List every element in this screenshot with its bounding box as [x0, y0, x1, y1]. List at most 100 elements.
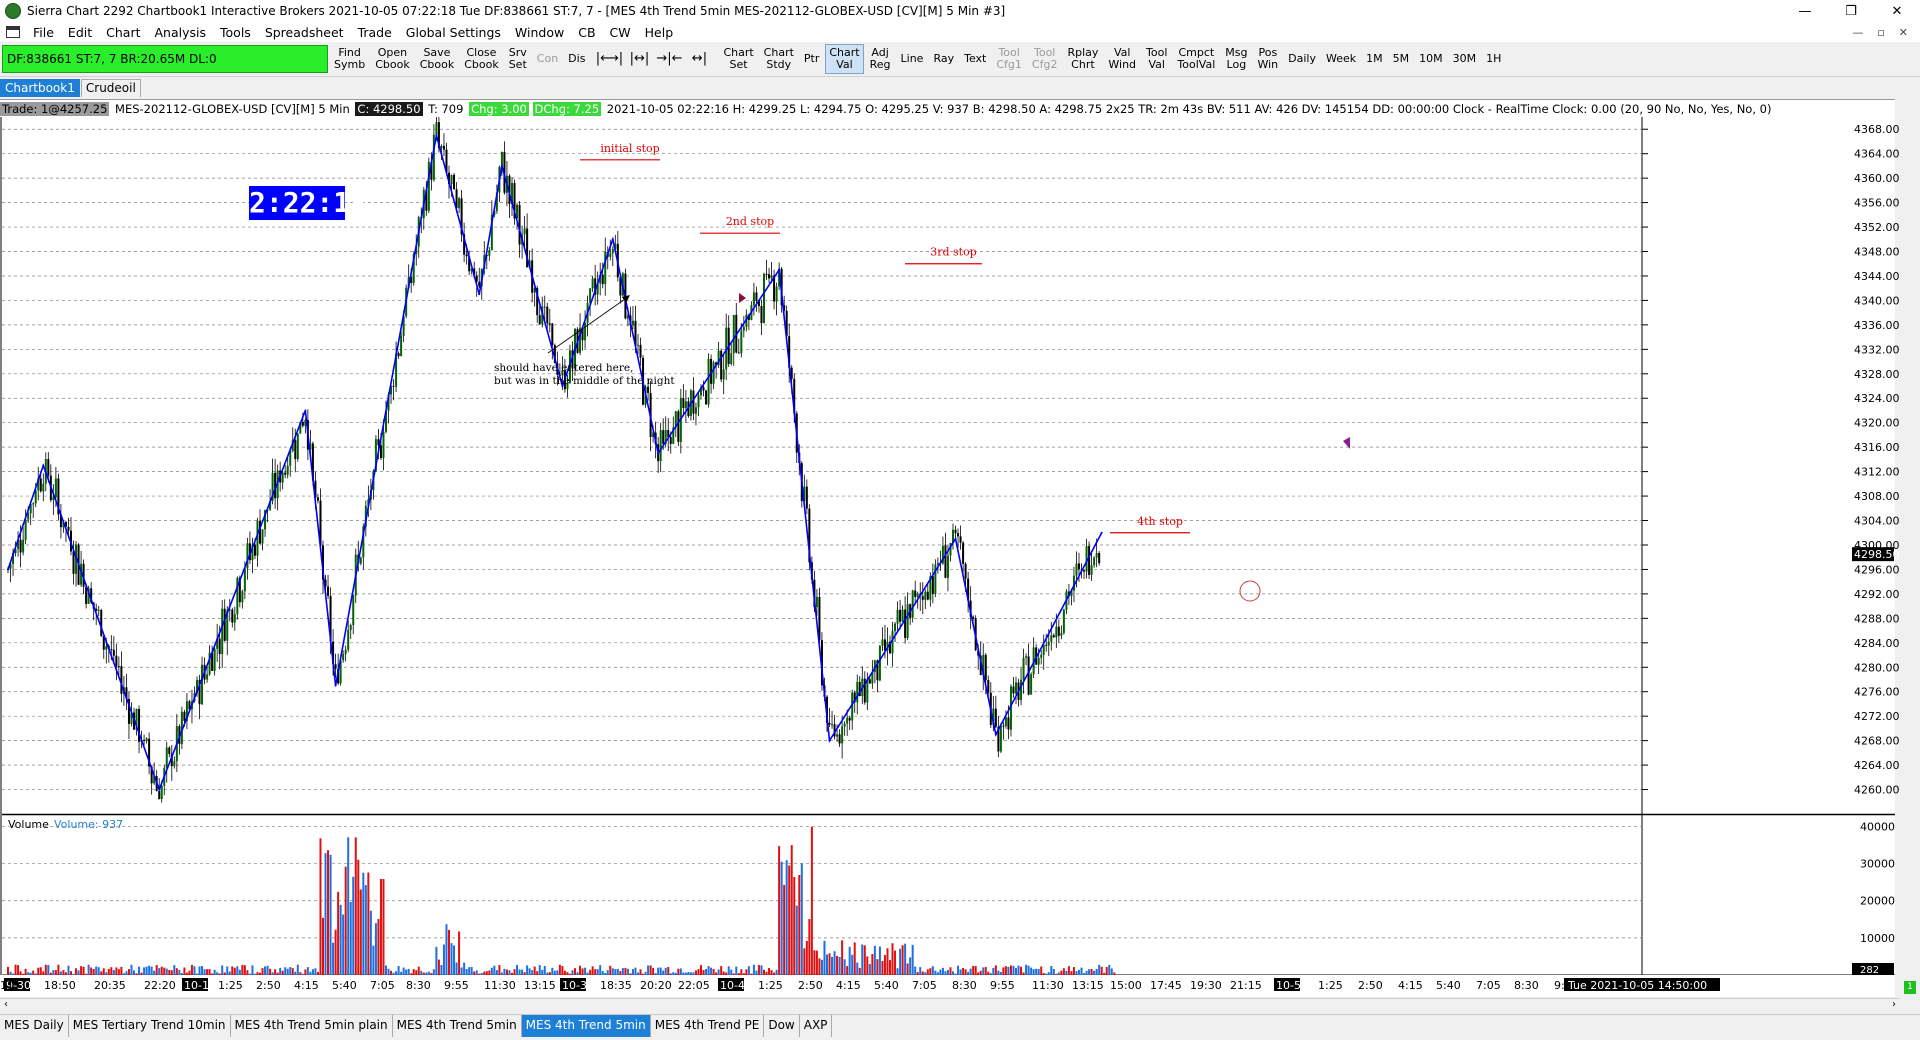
chart-tab[interactable]: Dow [764, 1015, 800, 1037]
chartbook-tab-crudeoil[interactable]: Crudeoil [80, 79, 141, 97]
toolbar-tool-cfg2-button[interactable]: Tool Cfg2 [1028, 44, 1062, 74]
scroll-left-icon[interactable]: ‹ [4, 999, 8, 1010]
scale-adjust-icon-3[interactable]: →|← [655, 44, 683, 74]
toolbar-text-button[interactable]: Text [960, 44, 990, 74]
menu-file[interactable]: File [26, 25, 61, 40]
window-menu-icon[interactable] [6, 26, 20, 38]
toolbar-save-cbook-button[interactable]: Save Cbook [416, 44, 459, 74]
toolbar-tool-val-button[interactable]: Tool Val [1142, 44, 1171, 74]
chart-tab[interactable]: MES 4th Trend 5min [521, 1015, 651, 1037]
candle-body [22, 539, 25, 553]
toolbar-daily-button[interactable]: Daily [1284, 44, 1320, 74]
scale-adjust-icon-1[interactable]: |⟷| [595, 44, 623, 74]
toolbar-ray-button[interactable]: Ray [929, 44, 958, 74]
horizontal-scrollbar[interactable]: ‹ › [0, 998, 1900, 1013]
candle-body [382, 431, 385, 459]
volume-bar [1065, 970, 1068, 975]
toolbar-con-button[interactable]: Con [533, 44, 562, 74]
toolbar-button-label: Val [1148, 58, 1165, 71]
toolbar-rplay-chrt-button[interactable]: Rplay Chrt [1063, 44, 1102, 74]
volume-bar [148, 965, 151, 975]
change-info: Chg: 3.00 [469, 102, 529, 116]
toolbar-cmpct-toolval-button[interactable]: Cmpct ToolVal [1173, 44, 1219, 74]
toolbar-find-symb-button[interactable]: Find Symb [330, 44, 369, 74]
toolbar-5m-button[interactable]: 5M [1389, 44, 1414, 74]
mdi-restore-button[interactable]: ▫ [1877, 26, 1884, 39]
toolbar-dis-button[interactable]: Dis [564, 44, 589, 74]
menu-global-settings[interactable]: Global Settings [399, 25, 508, 40]
menu-help[interactable]: Help [638, 25, 681, 40]
menu-tools[interactable]: Tools [213, 25, 258, 40]
chart-tab[interactable]: MES 4th Trend 5min plain [231, 1015, 393, 1037]
volume-bar [369, 910, 372, 975]
volume-bar [929, 968, 932, 975]
menu-cb[interactable]: CB [571, 25, 602, 40]
scroll-right-icon[interactable]: › [1892, 999, 1896, 1010]
volume-bar [702, 970, 705, 975]
volume-bar [601, 971, 604, 975]
menu-cw[interactable]: CW [603, 25, 638, 40]
toolbar-adj-reg-button[interactable]: Adj Reg [866, 44, 895, 74]
chart-tab[interactable]: MES Daily [0, 1015, 69, 1037]
toolbar-1h-button[interactable]: 1H [1482, 44, 1505, 74]
price-chart-svg[interactable]: 4368.00 4364.00 4360.00 4356.00 4352.00 4348.… [0, 109, 1920, 997]
chart-tab[interactable]: MES 4th Trend PE [651, 1015, 765, 1037]
volume-bar [251, 965, 254, 975]
close-button[interactable]: ✕ [1874, 0, 1920, 22]
chart-tab[interactable]: MES 4th Trend 5min [393, 1015, 522, 1037]
volume-bar [324, 853, 327, 975]
toolbar-1m-button[interactable]: 1M [1362, 44, 1387, 74]
volume-bar [90, 967, 93, 975]
menu-spreadsheet[interactable]: Spreadsheet [258, 25, 351, 40]
volume-bar [125, 971, 128, 975]
volume-bar [1095, 968, 1098, 975]
toolbar-pos-win-button[interactable]: Pos Win [1253, 44, 1282, 74]
minimize-button[interactable]: — [1782, 0, 1828, 22]
candle-body [682, 398, 685, 409]
toolbar-val-wind-button[interactable]: Val Wind [1104, 44, 1140, 74]
chart-area[interactable]: 4368.00 4364.00 4360.00 4356.00 4352.00 4348.… [0, 109, 1920, 997]
mdi-close-button[interactable]: ✕ [1899, 26, 1908, 39]
menu-analysis[interactable]: Analysis [148, 25, 214, 40]
volume-bar [322, 917, 324, 975]
candle-body [984, 654, 987, 681]
scale-adjust-icon-2[interactable]: |↔| [625, 44, 653, 74]
toolbar-chart-stdy-button[interactable]: Chart Stdy [760, 44, 798, 74]
toolbar-chart-set-button[interactable]: Chart Set [719, 44, 757, 74]
chartbook-tab-chartbook1[interactable]: Chartbook1 [0, 79, 80, 97]
mdi-minimize-button[interactable]: — [1852, 26, 1863, 39]
volume-bar [500, 972, 503, 975]
menu-window[interactable]: Window [508, 25, 571, 40]
volume-bar [9, 971, 12, 975]
toolbar-ptr-button[interactable]: Ptr [800, 44, 823, 74]
toolbar-open-cbook-button[interactable]: Open Cbook [371, 44, 414, 74]
volume-bar [248, 973, 251, 975]
toolbar-srv-set-button[interactable]: Srv Set [505, 44, 531, 74]
toolbar-tool-cfg1-button[interactable]: Tool Cfg1 [992, 44, 1026, 74]
menu-trade[interactable]: Trade [351, 25, 399, 40]
volume-bar [221, 965, 224, 975]
zigzag-pivot [500, 164, 503, 167]
toolbar-chart-val-button[interactable]: Chart Val [825, 44, 864, 74]
volume-bar [891, 943, 894, 975]
candle-body [752, 292, 755, 306]
toolbar-button-label: Set [729, 58, 748, 71]
chart-tab[interactable]: MES Tertiary Trend 10min [69, 1015, 231, 1037]
volume-bar [57, 964, 60, 975]
toolbar-msg-log-button[interactable]: Msg Log [1221, 44, 1251, 74]
volume-bar [382, 879, 385, 975]
toolbar-10m-button[interactable]: 10M [1415, 44, 1447, 74]
toolbar-week-button[interactable]: Week [1322, 44, 1360, 74]
menu-edit[interactable]: Edit [61, 25, 99, 40]
toolbar-close-cbook-button[interactable]: Close Cbook [460, 44, 503, 74]
scale-adjust-icon-4[interactable]: ↔| [685, 44, 713, 74]
maximize-button[interactable]: ❐ [1828, 0, 1874, 22]
volume-bar [332, 942, 335, 975]
candle-body [1025, 656, 1028, 659]
toolbar-30m-button[interactable]: 30M [1449, 44, 1481, 74]
menu-chart[interactable]: Chart [99, 25, 147, 40]
candle-body [450, 174, 453, 185]
toolbar-line-button[interactable]: Line [897, 44, 928, 74]
chart-tab[interactable]: AXP [800, 1015, 833, 1037]
price-scale-label: 4272.00 [1854, 710, 1900, 723]
